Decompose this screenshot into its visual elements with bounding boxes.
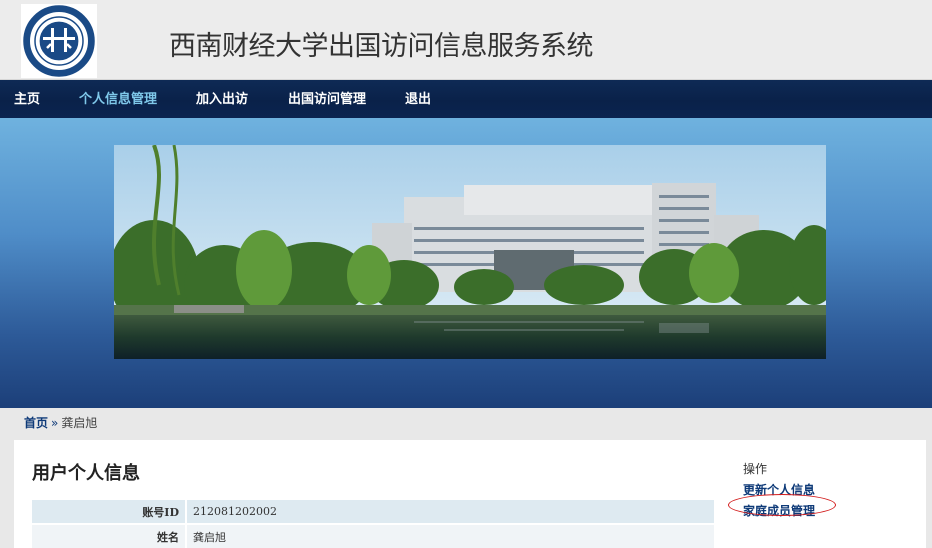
nav-item-home[interactable]: 主页	[14, 80, 40, 118]
university-seal-icon	[21, 4, 97, 78]
field-value-name: 龚启旭	[187, 525, 714, 548]
site-header: 西南财经大学出国访问信息服务系统	[0, 0, 932, 80]
table-row: 姓名 龚启旭	[32, 525, 714, 548]
campus-banner-image	[114, 145, 826, 359]
breadcrumb-home-link[interactable]: 首页	[24, 416, 48, 430]
breadcrumb-separator: »	[51, 416, 59, 430]
actions-heading: 操作	[743, 462, 768, 476]
main-nav: 主页 个人信息管理 加入出访 出国访问管理 退出	[0, 80, 932, 118]
red-highlight-ellipse	[728, 494, 836, 516]
field-value-account-id: 212081202002	[187, 500, 714, 523]
field-label-name: 姓名	[32, 525, 185, 548]
actions-sidebar: 操作 更新个人信息 家庭成员管理	[728, 460, 923, 523]
user-info-table: 账号ID 212081202002 姓名 龚启旭	[32, 498, 714, 548]
nav-item-join-visit[interactable]: 加入出访	[196, 80, 248, 118]
nav-item-personal-info[interactable]: 个人信息管理	[79, 80, 157, 118]
breadcrumb-current: 龚启旭	[61, 416, 98, 430]
field-label-account-id: 账号ID	[32, 500, 185, 523]
breadcrumb: 首页» 龚启旭	[24, 414, 97, 431]
page-title: 用户个人信息	[32, 463, 140, 484]
content-panel: 用户个人信息 账号ID 212081202002 姓名 龚启旭 操作 更新个人信…	[14, 440, 926, 548]
nav-item-visit-management[interactable]: 出国访问管理	[288, 80, 366, 118]
site-title: 西南财经大学出国访问信息服务系统	[169, 31, 594, 62]
banner-area	[0, 118, 932, 408]
nav-item-logout[interactable]: 退出	[405, 80, 431, 118]
table-row: 账号ID 212081202002	[32, 500, 714, 523]
